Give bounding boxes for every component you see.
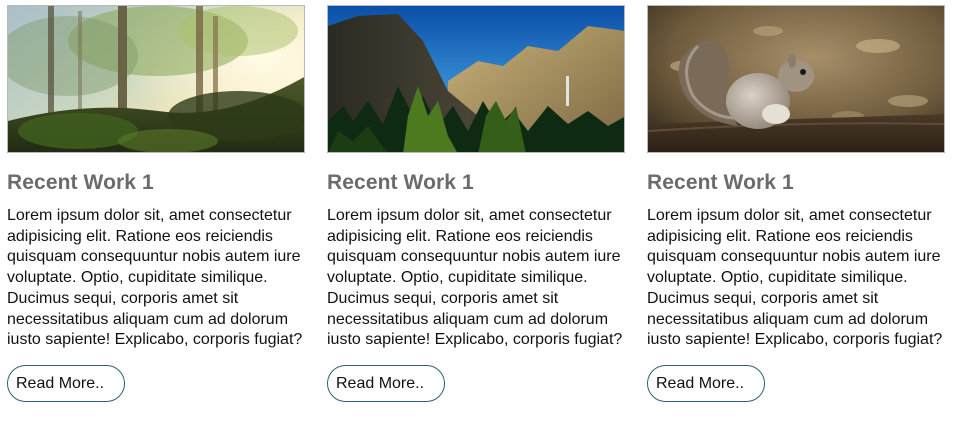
read-more-button[interactable]: Read More.. (647, 364, 765, 402)
card-description: Lorem ipsum dolor sit, amet consectetur … (647, 207, 943, 349)
card-title: Recent Work 1 (7, 171, 154, 194)
card-description: Lorem ipsum dolor sit, amet consectetur … (7, 207, 303, 349)
recent-work-card: Recent Work 1 Lorem ipsum dolor sit, ame… (327, 5, 627, 402)
recent-work-card: Recent Work 1 Lorem ipsum dolor sit, ame… (647, 5, 947, 402)
read-more-button[interactable]: Read More.. (327, 364, 445, 402)
forest-with-sunlight-image (7, 5, 305, 153)
recent-work-grid: Recent Work 1 Lorem ipsum dolor sit, ame… (0, 0, 958, 431)
mountain-valley-image (327, 5, 625, 153)
card-description: Lorem ipsum dolor sit, amet consectetur … (327, 207, 623, 349)
card-title: Recent Work 1 (327, 171, 474, 194)
read-more-button[interactable]: Read More.. (7, 364, 125, 402)
squirrel-image (647, 5, 945, 153)
recent-work-card: Recent Work 1 Lorem ipsum dolor sit, ame… (7, 5, 307, 402)
card-title: Recent Work 1 (647, 171, 794, 194)
